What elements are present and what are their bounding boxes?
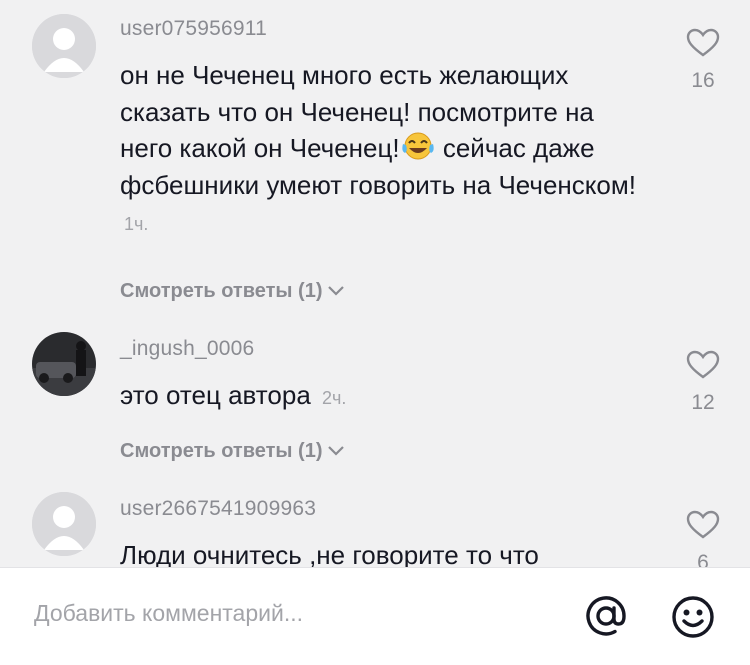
like-count: 16 [691, 69, 715, 92]
tears-of-joy-emoji [400, 131, 436, 161]
comment-text: Люди очнитесь ,не говорите то что [120, 537, 640, 567]
heart-icon [680, 350, 726, 385]
comment-username[interactable]: user2667541909963 [120, 497, 316, 521]
at-sign-icon[interactable] [584, 594, 628, 643]
view-replies-button[interactable]: Смотреть ответы (1) [120, 280, 345, 303]
like-button[interactable]: 6 [680, 510, 726, 567]
chevron-down-icon [327, 280, 345, 303]
like-button[interactable]: 16 [680, 28, 726, 93]
comment-input-bar: Добавить комментарий... [0, 567, 750, 665]
chevron-down-icon [327, 440, 345, 463]
photo-avatar[interactable] [32, 332, 96, 396]
heart-icon [680, 510, 726, 545]
view-replies-label: Смотреть ответы (1) [120, 280, 323, 302]
comment-timestamp: 1ч. [124, 214, 149, 234]
comment-list[interactable]: user075956911 он не Чеченец много есть ж… [0, 0, 750, 567]
like-button[interactable]: 12 [680, 350, 726, 415]
view-replies-label: Смотреть ответы (1) [120, 440, 323, 462]
like-count: 12 [691, 391, 715, 414]
like-count: 6 [697, 551, 709, 567]
default-avatar-icon[interactable] [32, 492, 96, 556]
comment-username[interactable]: user075956911 [120, 17, 267, 41]
comment-text: он не Чеченец много есть желающих сказат… [120, 57, 640, 243]
comment-username[interactable]: _ingush_0006 [120, 337, 254, 361]
default-avatar-icon[interactable] [32, 14, 96, 78]
view-replies-button[interactable]: Смотреть ответы (1) [120, 440, 345, 463]
comment-body: Люди очнитесь ,не говорите то что [120, 540, 539, 567]
smiley-icon[interactable] [670, 594, 716, 645]
comment-timestamp: 2ч. [322, 388, 347, 408]
heart-icon [680, 28, 726, 63]
comments-screen: user075956911 он не Чеченец много есть ж… [0, 0, 750, 665]
comment-text: это отец автора 2ч. [120, 377, 640, 417]
comment-input[interactable]: Добавить комментарий... [34, 600, 303, 627]
comment-body: это отец автора [120, 380, 311, 410]
